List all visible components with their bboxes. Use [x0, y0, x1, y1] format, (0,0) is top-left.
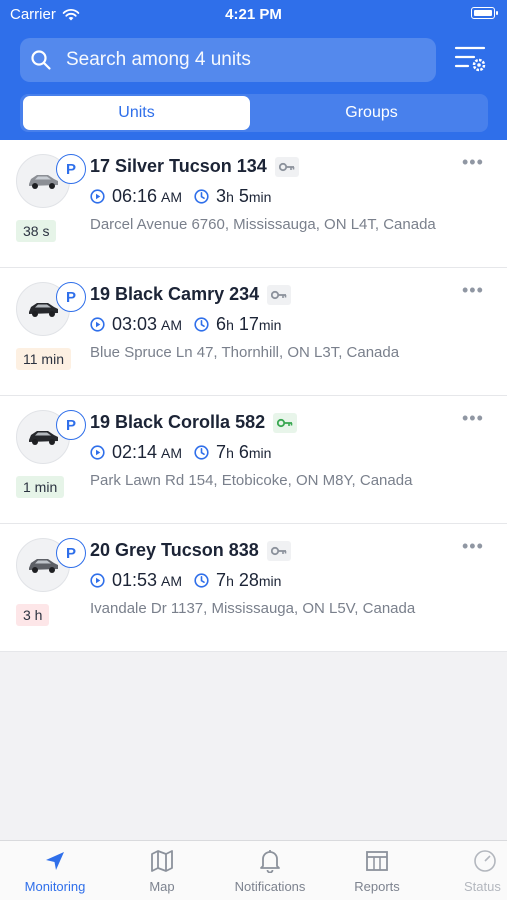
- last-message-age-badge: 3 h: [16, 604, 50, 626]
- unit-address: Darcel Avenue 6760, Mississauga, ON L4T,…: [90, 216, 436, 233]
- search-icon: [31, 50, 51, 70]
- duration-minutes-unit: min: [248, 444, 272, 461]
- parking-status-badge: P: [56, 538, 86, 568]
- unit-list: P 38 s 17 Silver Tucson 134 ••• 06:16 AM: [0, 140, 507, 652]
- map-icon: [151, 850, 173, 872]
- duration-minutes: 5: [238, 186, 249, 206]
- car-icon: [29, 175, 58, 189]
- car-icon: [29, 431, 58, 445]
- clock-icon: [194, 573, 209, 588]
- last-message-age-badge: 38 s: [16, 220, 57, 242]
- start-time: 03:03: [112, 314, 158, 334]
- start-time: 02:14: [112, 442, 158, 462]
- duration-hours-unit: h: [226, 316, 234, 333]
- play-circle-icon: [90, 445, 105, 460]
- more-options-button[interactable]: •••: [462, 280, 484, 301]
- tab-groups[interactable]: Groups: [258, 96, 485, 130]
- battery-icon: [471, 7, 498, 19]
- tab-monitoring[interactable]: Monitoring: [5, 849, 105, 894]
- gauge-icon: [474, 850, 496, 872]
- duration-minutes-unit: min: [258, 316, 282, 333]
- ignition-key-icon: [275, 157, 299, 177]
- parking-status-badge: P: [56, 410, 86, 440]
- search-placeholder: Search among 4 units: [66, 49, 251, 70]
- tab-status[interactable]: Status: [434, 849, 507, 894]
- play-circle-icon: [90, 317, 105, 332]
- start-time: 01:53: [112, 570, 158, 590]
- duration-hours: 3: [216, 186, 227, 206]
- tab-monitoring-label: Monitoring: [24, 879, 86, 894]
- unit-row[interactable]: P 3 h 20 Grey Tucson 838 ••• 01:53 AM 7 …: [0, 524, 507, 652]
- duration-minutes: 28: [238, 570, 259, 590]
- start-ampm: AM: [161, 316, 183, 333]
- play-circle-icon: [90, 573, 105, 588]
- navigation-arrow-icon: [46, 852, 64, 870]
- car-icon: [29, 559, 58, 573]
- clock-icon: [194, 189, 209, 204]
- unit-row[interactable]: P 1 min 19 Black Corolla 582 ••• 02:14 A…: [0, 396, 507, 524]
- duration-hours-unit: h: [226, 572, 234, 589]
- unit-row[interactable]: P 38 s 17 Silver Tucson 134 ••• 06:16 AM: [0, 140, 507, 268]
- start-time: 06:16: [112, 186, 158, 206]
- tab-notifications[interactable]: Notifications: [220, 849, 320, 894]
- tab-status-label: Status: [464, 879, 501, 894]
- duration-minutes-unit: min: [258, 572, 282, 589]
- units-groups-switch: Units Groups: [20, 94, 488, 132]
- tab-map[interactable]: Map: [112, 849, 212, 894]
- status-bar: Carrier 4:21 PM: [0, 0, 507, 30]
- ignition-key-icon: [267, 541, 291, 561]
- clock: 4:21 PM: [225, 6, 282, 23]
- reports-table-icon: [366, 851, 388, 871]
- unit-name: 17 Silver Tucson 134: [90, 156, 267, 176]
- tab-units[interactable]: Units: [23, 96, 250, 130]
- tab-bar: Monitoring Map Notifications Reports Sta…: [0, 840, 507, 900]
- unit-times: 01:53 AM 7 h 28 min: [90, 570, 281, 591]
- unit-times: 06:16 AM 3 h 5 min: [90, 186, 271, 207]
- duration-hours: 6: [216, 314, 227, 334]
- more-options-button[interactable]: •••: [462, 536, 484, 557]
- duration-minutes-unit: min: [248, 188, 272, 205]
- duration-hours: 7: [216, 442, 227, 462]
- unit-address: Park Lawn Rd 154, Etobicoke, ON M8Y, Can…: [90, 472, 413, 489]
- unit-address: Blue Spruce Ln 47, Thornhill, ON L3T, Ca…: [90, 344, 400, 361]
- unit-times: 03:03 AM 6 h 17 min: [90, 314, 281, 335]
- clock-icon: [194, 445, 209, 460]
- header: Carrier 4:21 PM Search among 4 units Uni…: [0, 0, 507, 140]
- unit-times: 02:14 AM 7 h 6 min: [90, 442, 271, 463]
- tab-reports[interactable]: Reports: [327, 849, 427, 894]
- start-ampm: AM: [161, 572, 183, 589]
- last-message-age-badge: 1 min: [16, 476, 65, 498]
- play-circle-icon: [90, 189, 105, 204]
- unit-name: 19 Black Camry 234: [90, 284, 260, 304]
- duration-hours-unit: h: [226, 444, 234, 461]
- bell-icon: [260, 850, 280, 873]
- tab-reports-label: Reports: [354, 879, 400, 894]
- unit-name: 19 Black Corolla 582: [90, 412, 266, 432]
- duration-hours-unit: h: [226, 188, 234, 205]
- unit-address: Ivandale Dr 1137, Mississauga, ON L5V, C…: [90, 600, 416, 617]
- car-icon: [29, 303, 58, 317]
- parking-status-badge: P: [56, 282, 86, 312]
- search-input[interactable]: Search among 4 units: [20, 38, 436, 82]
- last-message-age-badge: 11 min: [16, 348, 71, 370]
- start-ampm: AM: [161, 444, 183, 461]
- duration-hours: 7: [216, 570, 227, 590]
- ignition-key-icon: [273, 413, 297, 433]
- unit-name: 20 Grey Tucson 838: [90, 540, 259, 560]
- clock-icon: [194, 317, 209, 332]
- duration-minutes: 17: [238, 314, 259, 334]
- tab-notifications-label: Notifications: [234, 879, 306, 894]
- ignition-key-icon: [267, 285, 291, 305]
- duration-minutes: 6: [238, 442, 249, 462]
- more-options-button[interactable]: •••: [462, 152, 484, 173]
- unit-row[interactable]: P 11 min 19 Black Camry 234 ••• 03:03 AM: [0, 268, 507, 396]
- more-options-button[interactable]: •••: [462, 408, 484, 429]
- tab-map-label: Map: [149, 879, 175, 894]
- start-ampm: AM: [161, 188, 183, 205]
- parking-status-badge: P: [56, 154, 86, 184]
- filter-settings-icon[interactable]: [454, 44, 488, 76]
